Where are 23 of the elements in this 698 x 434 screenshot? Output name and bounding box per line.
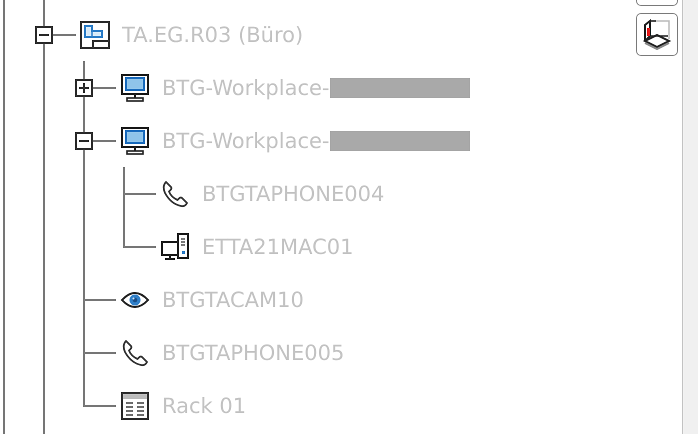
computer-icon (160, 232, 190, 262)
node-label[interactable]: BTGTAPHONE004 (202, 182, 384, 206)
monitor-icon (120, 72, 150, 102)
phone-icon (121, 338, 149, 366)
node-label[interactable]: ETTA21MAC01 (202, 234, 354, 258)
collapse-toggle[interactable] (35, 26, 53, 44)
phone-icon (161, 180, 189, 208)
node-label[interactable]: TA.EG.R03 (Büro) (122, 22, 304, 46)
plus-icon (79, 82, 89, 92)
node-label[interactable]: BTGTAPHONE005 (162, 340, 344, 364)
monitor-icon (120, 126, 150, 156)
node-label[interactable]: BTG-Workplace- (162, 76, 330, 100)
node-label[interactable]: BTGTACAM10 (162, 288, 304, 312)
floor-plan-icon (80, 20, 110, 48)
rack-icon (120, 390, 150, 420)
3d-view-button[interactable] (636, 13, 678, 56)
toolbar-button[interactable] (636, 0, 678, 6)
room-3d-icon (642, 18, 672, 50)
node-label[interactable]: BTG-Workplace- (162, 128, 330, 152)
expand-toggle[interactable] (75, 78, 93, 96)
collapse-toggle[interactable] (75, 132, 93, 150)
node-label[interactable]: Rack 01 (162, 394, 246, 418)
eye-icon (120, 290, 150, 310)
